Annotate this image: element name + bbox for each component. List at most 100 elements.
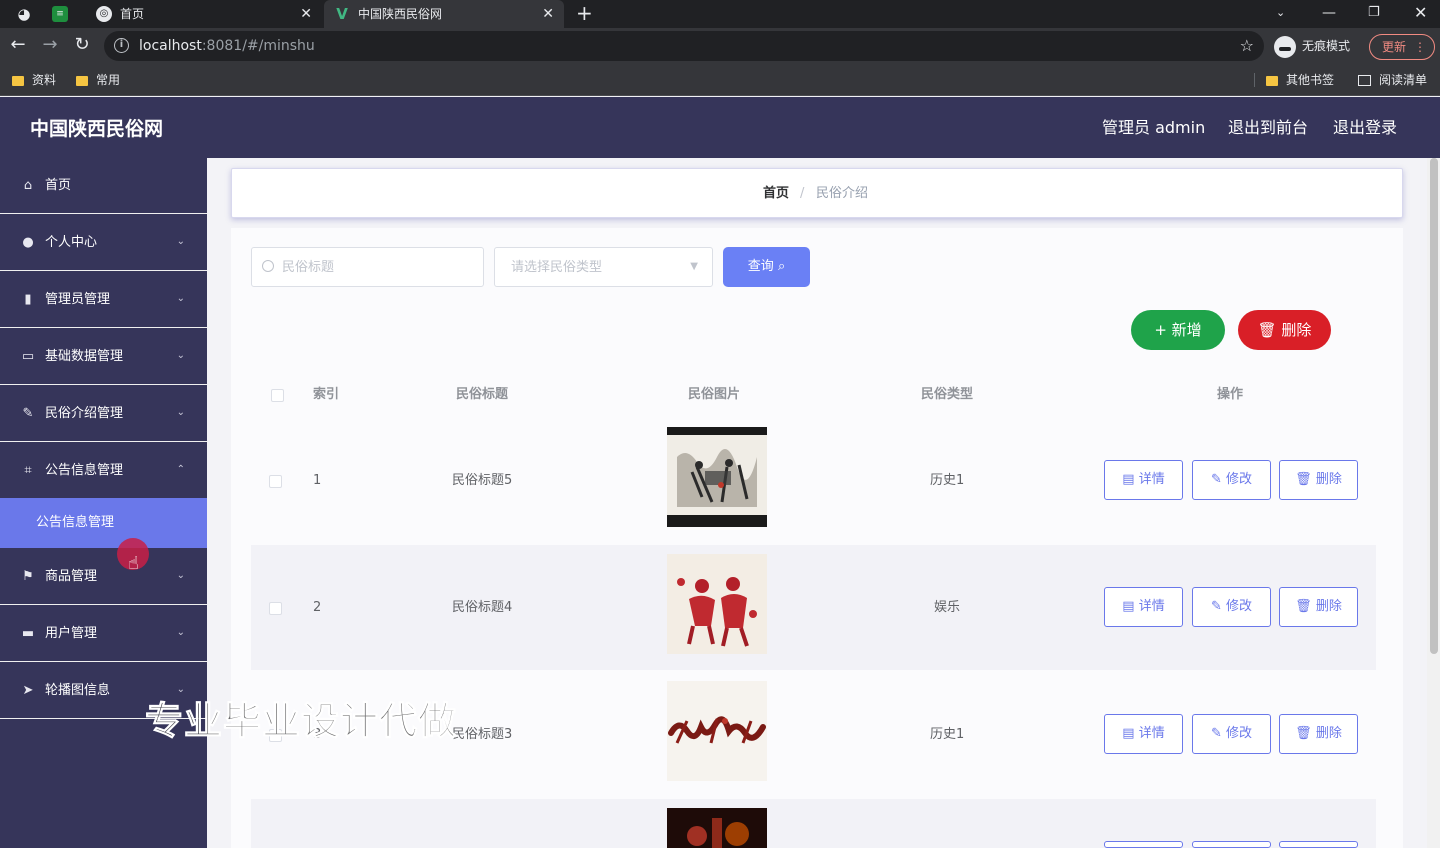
hand-cursor-icon: ☝ bbox=[128, 553, 139, 574]
close-window-icon[interactable]: ✕ bbox=[1414, 0, 1427, 28]
delete-button[interactable]: 🗑 删除 bbox=[1279, 714, 1358, 754]
title-search-input[interactable] bbox=[282, 248, 472, 286]
sheet-app-icon[interactable]: ≡ bbox=[52, 6, 68, 22]
reading-list[interactable]: 阅读清单 bbox=[1358, 64, 1427, 96]
chevron-up-icon: ⌃ bbox=[176, 464, 185, 475]
row-checkbox[interactable] bbox=[269, 602, 282, 615]
sidebar-item-admins[interactable]: ▮ 管理员管理 ⌄ bbox=[0, 272, 207, 328]
close-tab-icon[interactable]: ✕ bbox=[542, 0, 554, 28]
detail-button[interactable] bbox=[1104, 841, 1183, 848]
flag-icon: ⚑ bbox=[22, 568, 34, 584]
sidebar-item-label: 民俗介绍管理 bbox=[45, 406, 124, 421]
edit-icon: ✎ bbox=[1210, 726, 1222, 741]
folk-image bbox=[667, 808, 767, 848]
exit-to-frontend-link[interactable]: 退出到前台 bbox=[1228, 97, 1308, 159]
delete-button[interactable] bbox=[1279, 841, 1358, 848]
sidebar-subitem-label: 公告信息管理 bbox=[36, 515, 115, 530]
bookmarks-bar: 资料 常用 其他书签 阅读清单 bbox=[0, 64, 1440, 96]
other-bookmarks[interactable]: 其他书签 bbox=[1266, 64, 1334, 96]
trash-icon: 🗑 bbox=[1257, 321, 1277, 339]
delete-label: 删除 bbox=[1281, 321, 1312, 339]
sidebar-item-users[interactable]: ▬ 用户管理 ⌄ bbox=[0, 606, 207, 662]
edit-button[interactable]: ✎ 修改 bbox=[1192, 460, 1271, 500]
detail-button[interactable]: ▤ 详情 bbox=[1104, 587, 1183, 627]
admin-user-label[interactable]: 管理员 admin bbox=[1102, 97, 1205, 159]
address-bar[interactable]: i localhost:8081/#/minshu ☆ bbox=[104, 31, 1264, 61]
sidebar-item-products[interactable]: ⚑ 商品管理 ⌄ bbox=[0, 549, 207, 605]
reload-icon[interactable]: ↻ bbox=[70, 34, 94, 58]
column-header-title: 民俗标题 bbox=[456, 387, 509, 402]
reading-list-icon bbox=[1358, 75, 1371, 86]
new-tab-button[interactable]: + bbox=[576, 0, 593, 28]
delete-button[interactable]: 🗑 删除 bbox=[1279, 587, 1358, 627]
breadcrumb-home[interactable]: 首页 bbox=[763, 169, 789, 219]
column-header-actions: 操作 bbox=[1217, 387, 1244, 402]
sidebar-subitem-notices[interactable]: 公告信息管理 bbox=[0, 498, 207, 548]
detail-button[interactable]: ▤ 详情 bbox=[1104, 714, 1183, 754]
add-button[interactable]: + 新增 bbox=[1131, 310, 1225, 350]
restore-icon[interactable]: ❐ bbox=[1368, 0, 1380, 28]
bookmark-label: 常用 bbox=[96, 73, 121, 87]
incognito-indicator[interactable]: 无痕模式 bbox=[1274, 33, 1350, 59]
close-tab-icon[interactable]: ✕ bbox=[300, 0, 312, 28]
detail-button[interactable]: ▤ 详情 bbox=[1104, 460, 1183, 500]
cell-index: 2 bbox=[313, 600, 322, 615]
document-icon: ▤ bbox=[1122, 599, 1135, 614]
edit-button[interactable]: ✎ 修改 bbox=[1192, 587, 1271, 627]
sidebar-item-label: 轮播图信息 bbox=[45, 683, 111, 698]
delete-label: 删除 bbox=[1315, 726, 1342, 741]
chevron-down-icon: ▼ bbox=[690, 261, 698, 272]
edit-button[interactable] bbox=[1192, 841, 1271, 848]
forward-icon[interactable]: → bbox=[38, 34, 62, 58]
back-icon[interactable]: ← bbox=[6, 34, 30, 58]
update-button[interactable]: 更新 ⋮ bbox=[1369, 34, 1435, 60]
edit-icon: ✎ bbox=[22, 405, 34, 421]
delete-button[interactable]: 🗑 删除 bbox=[1279, 460, 1358, 500]
sidebar-item-label: 个人中心 bbox=[45, 235, 98, 250]
tab-active[interactable]: V 中国陕西民俗网 ✕ bbox=[324, 0, 564, 28]
scrollbar-thumb[interactable] bbox=[1430, 158, 1438, 654]
select-all-checkbox[interactable] bbox=[271, 389, 284, 402]
edit-button[interactable]: ✎ 修改 bbox=[1192, 714, 1271, 754]
detail-label: 详情 bbox=[1138, 599, 1165, 614]
bookmark-label: 资料 bbox=[32, 73, 57, 87]
logout-link[interactable]: 退出登录 bbox=[1333, 97, 1397, 159]
url-text[interactable]: localhost:8081/#/minshu bbox=[139, 31, 315, 61]
tab-search-icon[interactable]: ⌄ bbox=[1276, 0, 1285, 28]
bookmark-folder[interactable]: 常用 bbox=[76, 64, 120, 96]
star-icon[interactable]: ☆ bbox=[1240, 31, 1254, 61]
batch-delete-button[interactable]: 🗑 删除 bbox=[1238, 310, 1331, 350]
info-icon[interactable]: i bbox=[114, 38, 129, 53]
home-icon: ⌂ bbox=[23, 177, 33, 193]
column-header-image: 民俗图片 bbox=[688, 387, 741, 402]
chevron-down-icon: ⌄ bbox=[176, 293, 185, 304]
sidebar-item-label: 用户管理 bbox=[45, 626, 98, 641]
folder-icon bbox=[76, 75, 88, 86]
type-select[interactable]: 请选择民俗类型 ▼ bbox=[494, 247, 713, 287]
detail-label: 详情 bbox=[1138, 472, 1165, 487]
minimize-icon[interactable]: — bbox=[1322, 0, 1336, 28]
browser-menu-icon[interactable]: ◕ bbox=[14, 4, 34, 24]
incognito-icon bbox=[1274, 35, 1296, 58]
sidebar-item-folk-intro[interactable]: ✎ 民俗介绍管理 ⌄ bbox=[0, 386, 207, 442]
cell-type: 历史1 bbox=[930, 727, 965, 742]
app-header: 中国陕西民俗网 管理员 admin 退出到前台 退出登录 bbox=[0, 97, 1440, 158]
edit-icon: ✎ bbox=[1210, 599, 1222, 614]
bookmark-folder[interactable]: 资料 bbox=[12, 64, 56, 96]
sidebar-item-basic-data[interactable]: ▭ 基础数据管理 ⌄ bbox=[0, 329, 207, 385]
title-search-field[interactable] bbox=[251, 247, 484, 287]
chevron-down-icon: ⌄ bbox=[176, 570, 185, 581]
sidebar-item-label: 管理员管理 bbox=[45, 292, 111, 307]
query-button[interactable]: 查询 ⌕ bbox=[723, 247, 810, 287]
sidebar-item-profile[interactable]: ● 个人中心 ⌄ bbox=[0, 215, 207, 271]
sidebar-item-home[interactable]: ⌂ 首页 bbox=[0, 158, 207, 214]
plus-icon: + bbox=[1154, 321, 1167, 339]
bookmark-label: 阅读清单 bbox=[1379, 73, 1428, 87]
chevron-down-icon: ⌄ bbox=[176, 407, 185, 418]
edit-icon: ✎ bbox=[1210, 472, 1222, 487]
tab-home[interactable]: ◎ 首页 ✕ bbox=[86, 0, 322, 28]
sidebar-item-notices[interactable]: ⌗ 公告信息管理 ⌃ bbox=[0, 443, 207, 499]
watermark-text: 专业毕业设计代做 bbox=[144, 699, 458, 744]
row-checkbox[interactable] bbox=[269, 475, 282, 488]
chevron-down-icon: ⌄ bbox=[176, 627, 185, 638]
